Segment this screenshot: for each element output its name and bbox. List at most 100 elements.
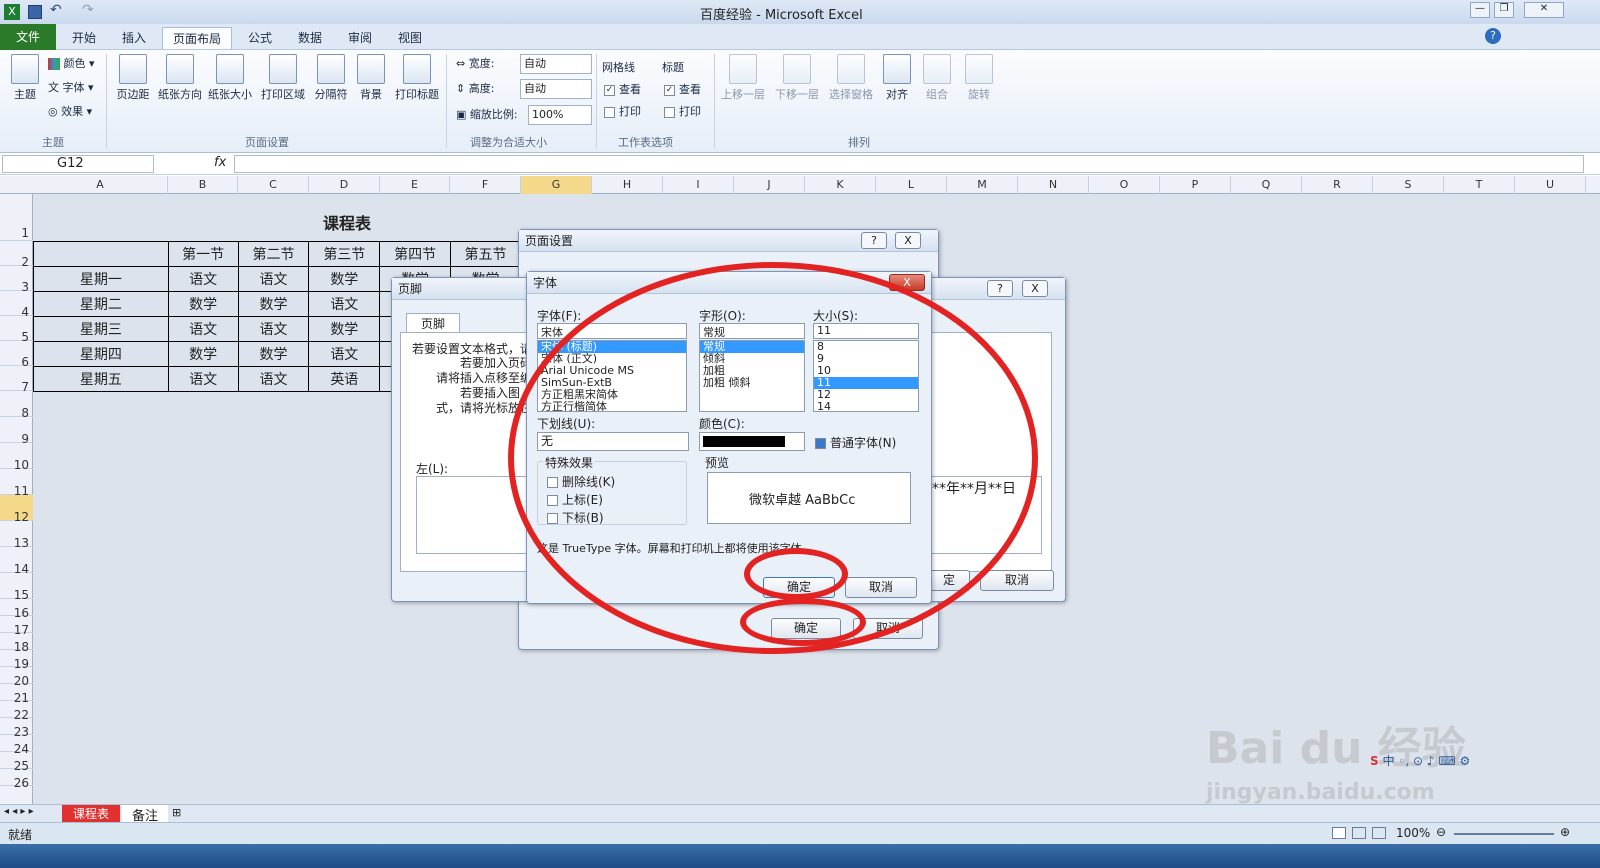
table-cell[interactable]: 第一节	[167, 241, 239, 267]
tab-page-layout[interactable]: 页面布局	[162, 27, 232, 49]
row-header-11[interactable]: 11	[0, 469, 33, 498]
gridlines-view-checkbox[interactable]: ✓ 查看	[604, 80, 641, 100]
row-header-23[interactable]: 23	[0, 718, 33, 739]
row-header-18[interactable]: 18	[0, 633, 33, 654]
gridlines-print-checkbox[interactable]: 打印	[604, 102, 641, 122]
column-header-A[interactable]: A	[33, 176, 168, 194]
column-header-S[interactable]: S	[1373, 176, 1444, 194]
excel-icon[interactable]: X	[4, 4, 20, 20]
table-cell[interactable]: 语文	[308, 341, 381, 367]
column-header-P[interactable]: P	[1160, 176, 1231, 194]
sheet-title[interactable]: 课程表	[323, 210, 371, 234]
row-header-4[interactable]: 4	[0, 291, 33, 319]
zoom-out-icon[interactable]: ⊖	[1436, 825, 1446, 839]
row-header-26[interactable]: 26	[0, 769, 33, 790]
help-icon[interactable]: ?	[1485, 28, 1501, 44]
column-header-N[interactable]: N	[1018, 176, 1089, 194]
background-button[interactable]: 背景	[346, 52, 396, 102]
close-window-button[interactable]: ✕	[1524, 2, 1564, 18]
sheet-nav-arrows[interactable]: ◂ ◂ ▸ ▸	[4, 806, 34, 817]
row-header-9[interactable]: 9	[0, 417, 33, 446]
restore-button[interactable]: ❐	[1494, 2, 1514, 18]
table-cell[interactable]: 星期三	[33, 316, 169, 342]
table-cell[interactable]: 第四节	[379, 241, 452, 267]
height-select[interactable]: 自动	[520, 79, 592, 99]
row-header-8[interactable]: 8	[0, 391, 33, 420]
row-header-19[interactable]: 19	[0, 650, 33, 671]
row-header-24[interactable]: 24	[0, 735, 33, 756]
tab-file[interactable]: 文件	[0, 24, 56, 50]
column-header-I[interactable]: I	[663, 176, 734, 194]
margins-button[interactable]: 页边距	[108, 52, 158, 102]
table-cell[interactable]: 第二节	[237, 241, 310, 267]
row-header-16[interactable]: 16	[0, 599, 33, 620]
table-cell[interactable]: 语文	[308, 291, 381, 317]
new-sheet-icon[interactable]: ⊞	[172, 806, 181, 819]
footer-close-button[interactable]: X	[1022, 280, 1048, 297]
table-cell[interactable]	[33, 241, 169, 267]
table-cell[interactable]: 数学	[167, 341, 239, 367]
table-cell[interactable]: 语文	[237, 266, 310, 292]
tab-insert[interactable]: 插入	[112, 27, 156, 49]
table-cell[interactable]: 语文	[167, 266, 239, 292]
table-cell[interactable]: 英语	[308, 366, 381, 392]
column-header-T[interactable]: T	[1444, 176, 1515, 194]
zoom-slider[interactable]	[1454, 833, 1554, 835]
formula-input[interactable]	[234, 155, 1584, 173]
zoom-level[interactable]: 100%	[1396, 826, 1430, 840]
table-cell[interactable]: 数学	[308, 316, 381, 342]
fx-icon[interactable]: fx	[214, 155, 226, 170]
table-cell[interactable]: 第三节	[308, 241, 381, 267]
table-cell[interactable]: 星期五	[33, 366, 169, 392]
page-setup-help-button[interactable]: ?	[861, 232, 887, 249]
row-header-13[interactable]: 13	[0, 521, 33, 550]
table-cell[interactable]: 语文	[167, 366, 239, 392]
column-header-F[interactable]: F	[450, 176, 521, 194]
row-header-2[interactable]: 2	[0, 241, 33, 269]
sheet-tab-schedule[interactable]: 课程表	[62, 805, 120, 822]
column-header-H[interactable]: H	[592, 176, 663, 194]
tab-formulas[interactable]: 公式	[238, 27, 282, 49]
row-header-20[interactable]: 20	[0, 667, 33, 688]
tab-home[interactable]: 开始	[62, 27, 106, 49]
selection-pane-button[interactable]: 选择窗格	[826, 52, 876, 102]
row-header-5[interactable]: 5	[0, 316, 33, 344]
column-header-G[interactable]: G	[521, 176, 592, 194]
footer-tab[interactable]: 页脚	[406, 313, 460, 333]
row-header-21[interactable]: 21	[0, 684, 33, 705]
normal-view-icon[interactable]	[1332, 827, 1346, 839]
column-header-K[interactable]: K	[805, 176, 876, 194]
headings-view-checkbox[interactable]: ✓ 查看	[664, 80, 701, 100]
minimize-button[interactable]: —	[1470, 2, 1490, 18]
redo-icon[interactable]: ↷	[82, 2, 94, 18]
theme-effects-button[interactable]: ◎ 效果 ▾	[48, 102, 92, 122]
table-cell[interactable]: 语文	[237, 366, 310, 392]
width-select[interactable]: 自动	[520, 54, 592, 74]
save-icon[interactable]	[28, 5, 42, 19]
table-cell[interactable]: 数学	[237, 291, 310, 317]
row-header-14[interactable]: 14	[0, 547, 33, 576]
table-cell[interactable]: 星期一	[33, 266, 169, 292]
row-header-17[interactable]: 17	[0, 616, 33, 637]
theme-fonts-button[interactable]: 文 字体 ▾	[48, 78, 94, 98]
footer-cancel-button[interactable]: 取消	[980, 570, 1054, 591]
column-header-L[interactable]: L	[876, 176, 947, 194]
undo-icon[interactable]: ↶	[50, 2, 62, 18]
page-setup-close-button[interactable]: X	[895, 232, 921, 249]
column-header-B[interactable]: B	[168, 176, 238, 194]
table-cell[interactable]: 数学	[237, 341, 310, 367]
column-header-J[interactable]: J	[734, 176, 805, 194]
table-cell[interactable]: 数学	[167, 291, 239, 317]
tab-view[interactable]: 视图	[388, 27, 432, 49]
print-titles-button[interactable]: 打印标题	[392, 52, 442, 102]
sheet-tab-notes[interactable]: 备注	[122, 805, 168, 824]
column-header-Q[interactable]: Q	[1231, 176, 1302, 194]
table-cell[interactable]: 星期四	[33, 341, 169, 367]
column-header-U[interactable]: U	[1515, 176, 1586, 194]
table-cell[interactable]: 语文	[237, 316, 310, 342]
column-header-M[interactable]: M	[947, 176, 1018, 194]
rotate-button[interactable]: 旋转	[954, 52, 1004, 102]
tab-data[interactable]: 数据	[288, 27, 332, 49]
size-button[interactable]: 纸张大小	[205, 52, 255, 102]
headings-print-checkbox[interactable]: 打印	[664, 102, 701, 122]
